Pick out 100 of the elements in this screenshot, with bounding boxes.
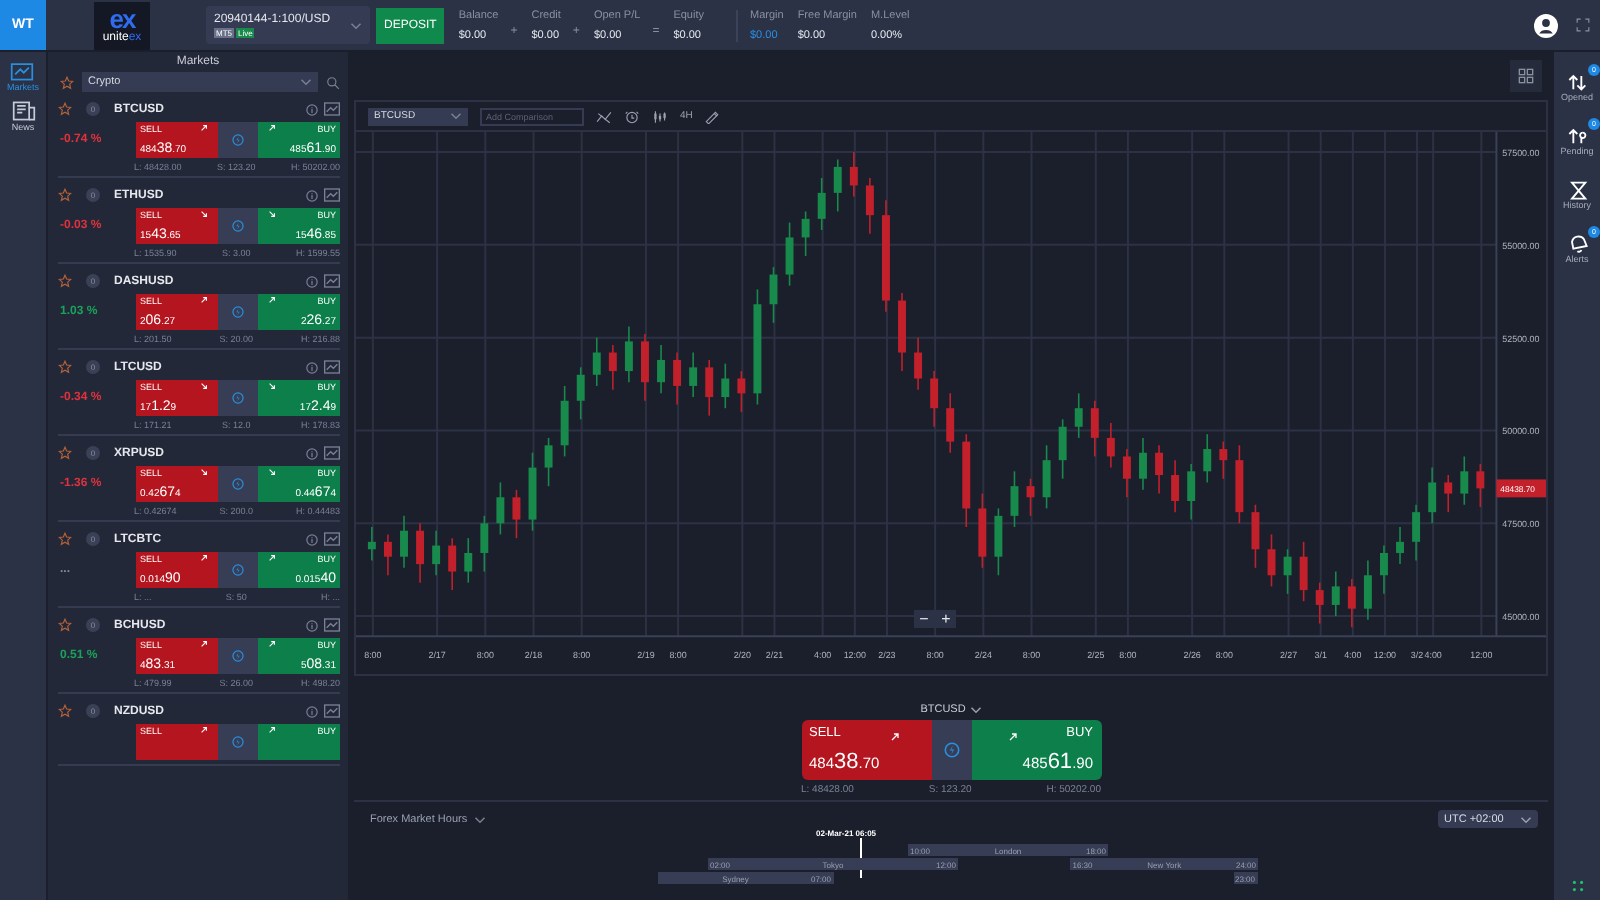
- candlestick: [657, 344, 665, 395]
- info-icon[interactable]: [306, 705, 318, 717]
- candlestick: [1283, 548, 1292, 595]
- caret-icon: [1520, 815, 1532, 823]
- user-icon[interactable]: [1534, 13, 1558, 37]
- lightning-icon[interactable]: [232, 564, 244, 576]
- candlestick: [1380, 544, 1388, 595]
- chart-icon[interactable]: [324, 274, 340, 288]
- candlestick: [641, 333, 649, 402]
- lightning-icon[interactable]: [232, 392, 244, 404]
- candlestick: [1203, 433, 1212, 484]
- alerts-icon: [1567, 234, 1587, 254]
- candlestick: [721, 362, 730, 409]
- info-icon[interactable]: [306, 275, 318, 287]
- zoom-button[interactable]: +: [936, 610, 956, 628]
- star-icon[interactable]: [58, 102, 72, 116]
- chart-icon[interactable]: [324, 188, 340, 202]
- candlestick: [512, 489, 521, 539]
- info-icon[interactable]: [306, 533, 318, 545]
- lightning-icon[interactable]: [232, 736, 244, 748]
- candlestick: [1251, 503, 1260, 569]
- lightning-icon[interactable]: [943, 742, 959, 758]
- candlestick: [1219, 440, 1228, 480]
- candlestick: [994, 507, 1003, 577]
- candlestick: [737, 370, 746, 413]
- star-icon[interactable]: [60, 75, 74, 89]
- caret-icon: [969, 706, 982, 714]
- chart-icon[interactable]: [324, 532, 340, 546]
- lightning-icon[interactable]: [232, 306, 244, 318]
- candlestick: [705, 359, 714, 417]
- drawing-tool-icon[interactable]: [704, 109, 721, 123]
- info-icon[interactable]: [306, 189, 318, 201]
- candlestick: [1331, 570, 1340, 617]
- candlestick: [817, 177, 826, 231]
- candlestick: [1042, 444, 1051, 510]
- search-icon[interactable]: [326, 75, 340, 89]
- star-icon[interactable]: [58, 532, 72, 546]
- candlestick: [914, 336, 923, 391]
- info-icon[interactable]: [306, 103, 318, 115]
- candlestick: [1299, 541, 1308, 603]
- candlestick: [930, 370, 939, 428]
- chart-icon[interactable]: [324, 102, 340, 116]
- candlestick: [1363, 559, 1372, 621]
- newspaper-icon: [11, 100, 35, 122]
- lightning-icon[interactable]: [232, 650, 244, 662]
- caret-icon: [450, 112, 462, 120]
- clock-icon[interactable]: [624, 109, 640, 123]
- monitor-chart-icon: [10, 60, 35, 82]
- candlestick: [400, 515, 408, 569]
- candlestick: [1090, 399, 1099, 458]
- candlestick: [1155, 444, 1164, 495]
- candlestick: [833, 158, 842, 213]
- caret-icon: [300, 78, 312, 86]
- candlestick: [1187, 463, 1196, 521]
- caret-icon: [350, 21, 362, 29]
- candlestick: [1347, 578, 1356, 629]
- candlestick: [801, 210, 810, 257]
- candlestick: [1171, 459, 1180, 513]
- connection-icon: [1571, 880, 1583, 892]
- candlestick: [624, 325, 633, 384]
- candlestick: [1139, 437, 1147, 491]
- candlestick: [383, 533, 392, 577]
- candlestick: [673, 351, 682, 406]
- candles-icon[interactable]: [652, 109, 668, 123]
- candlestick: [496, 481, 505, 536]
- chart-icon[interactable]: [324, 618, 340, 632]
- info-icon[interactable]: [306, 361, 318, 373]
- info-icon[interactable]: [306, 619, 318, 631]
- candlestick: [946, 392, 955, 454]
- star-icon[interactable]: [58, 188, 72, 202]
- candlestick: [592, 336, 601, 387]
- chart-icon[interactable]: [324, 704, 340, 718]
- layout-grid-icon[interactable]: [1510, 60, 1542, 92]
- star-icon[interactable]: [58, 360, 72, 374]
- candlestick: [1476, 463, 1485, 508]
- candlestick: [849, 151, 858, 198]
- star-icon[interactable]: [58, 618, 72, 632]
- info-icon[interactable]: [306, 447, 318, 459]
- candlestick: [464, 537, 473, 584]
- candlestick: [1460, 455, 1469, 506]
- lightning-icon[interactable]: [232, 220, 244, 232]
- chart-icon[interactable]: [324, 360, 340, 374]
- star-icon[interactable]: [58, 274, 72, 288]
- candlestick: [416, 522, 425, 584]
- fullscreen-icon[interactable]: [1576, 18, 1590, 32]
- candlestick: [608, 344, 617, 391]
- candlestick: [560, 385, 569, 458]
- chart-icon[interactable]: [324, 446, 340, 460]
- candlestick: [785, 221, 794, 287]
- candlestick: [448, 537, 457, 591]
- caret-icon: [473, 815, 486, 823]
- star-icon[interactable]: [58, 446, 72, 460]
- candlestick: [1444, 474, 1453, 513]
- history-icon: [1567, 180, 1587, 200]
- candlestick: [576, 366, 585, 421]
- indicator-icon[interactable]: [596, 109, 612, 123]
- star-icon[interactable]: [58, 704, 72, 718]
- lightning-icon[interactable]: [232, 134, 244, 146]
- candlestick: [1428, 466, 1437, 525]
- lightning-icon[interactable]: [232, 478, 244, 490]
